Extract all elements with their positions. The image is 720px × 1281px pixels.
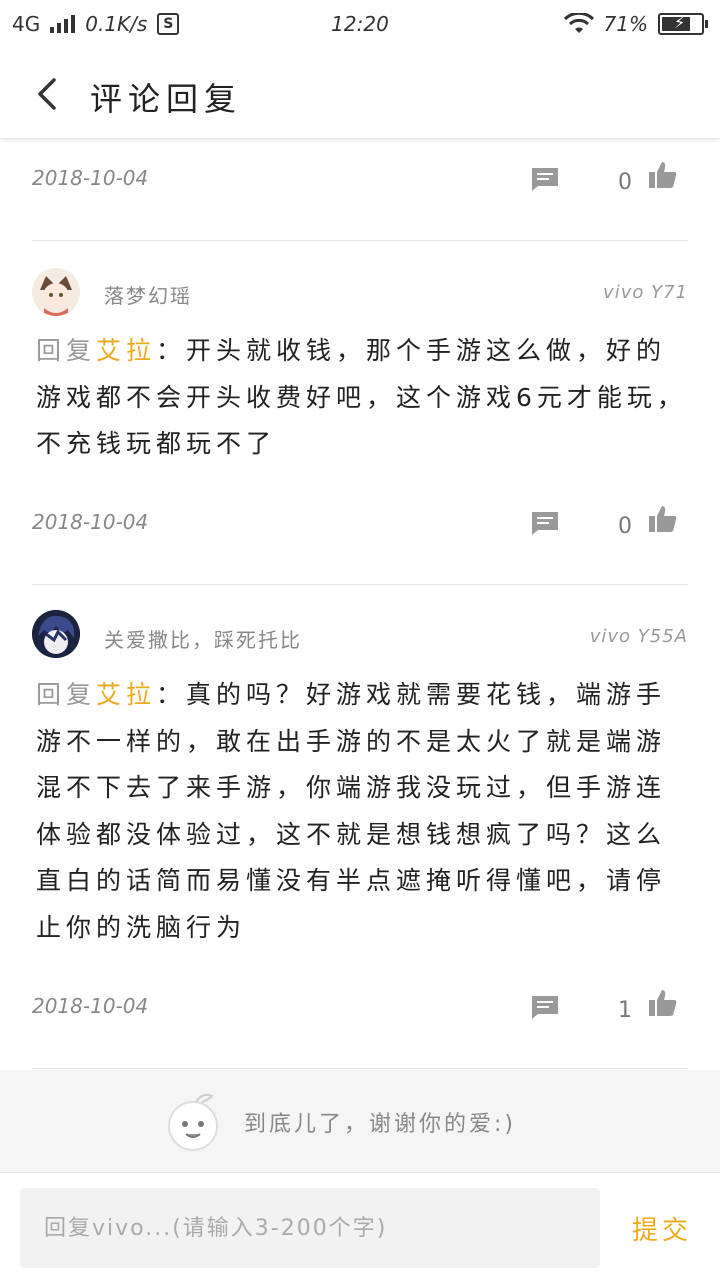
comment-icon[interactable] bbox=[530, 166, 560, 192]
reply-date: 2018-10-04 bbox=[32, 510, 149, 534]
avatar[interactable] bbox=[32, 610, 80, 658]
status-bar: 4G 0.1K/s S 12:20 71% ⚡ bbox=[0, 0, 720, 50]
avatar[interactable] bbox=[32, 268, 80, 316]
divider bbox=[32, 584, 688, 585]
avatar-image bbox=[32, 610, 80, 658]
battery-percent: 71% bbox=[603, 12, 648, 36]
thumbs-up-icon[interactable] bbox=[648, 988, 678, 1018]
reply-date: 2018-10-04 bbox=[32, 166, 149, 190]
avatar-image bbox=[32, 268, 80, 316]
divider bbox=[32, 240, 688, 241]
comment-text: 回复艾拉：真的吗？好游戏就需要花钱，端游手游不一样的，敢在出手游的不是太火了就是… bbox=[36, 672, 688, 954]
status-right: 71% ⚡ bbox=[563, 12, 708, 36]
reply-prefix: 回复 bbox=[36, 336, 97, 365]
comment-body: ：真的吗？好游戏就需要花钱，端游手游不一样的，敢在出手游的不是太火了就是端游混不… bbox=[36, 680, 667, 942]
comment-icon[interactable] bbox=[530, 994, 560, 1020]
reply-prefix: 回复 bbox=[36, 680, 97, 709]
reply-bar: 提交 bbox=[0, 1172, 720, 1281]
back-arrow-icon[interactable] bbox=[30, 74, 70, 114]
reply-input[interactable] bbox=[20, 1188, 600, 1268]
page-title: 评论回复 bbox=[90, 80, 243, 118]
device-label: vivo Y55A bbox=[589, 626, 688, 647]
battery-icon: ⚡ bbox=[658, 13, 708, 35]
title-bar: 评论回复 bbox=[0, 50, 720, 139]
reply-meta-row: 2018-10-04 1 bbox=[32, 990, 688, 1034]
end-message: 到底儿了，谢谢你的爱:) bbox=[244, 1112, 516, 1137]
reply-meta-row: 2018-10-04 0 bbox=[32, 506, 688, 550]
like-count: 1 bbox=[618, 998, 632, 1023]
reply-date: 2018-10-04 bbox=[32, 994, 149, 1018]
device-label: vivo Y71 bbox=[603, 282, 688, 303]
wifi-icon bbox=[563, 13, 594, 33]
username[interactable]: 落梦幻瑶 bbox=[104, 280, 192, 309]
submit-button[interactable]: 提交 bbox=[618, 1203, 706, 1253]
username[interactable]: 关爱撒比，踩死托比 bbox=[104, 624, 302, 653]
end-of-list: 到底儿了，谢谢你的爱:) bbox=[0, 1070, 720, 1172]
mention-link[interactable]: 艾拉 bbox=[96, 680, 156, 709]
comment-text: 回复艾拉：开头就收钱，那个手游这么做，好的游戏都不会开头收费好吧，这个游戏6元才… bbox=[36, 328, 688, 468]
reply-meta-row: 2018-10-04 0 bbox=[32, 162, 688, 206]
reply-list[interactable]: 2018-10-04 0 落梦幻瑶 vivo Y71 回复艾拉：开头就收钱，那个… bbox=[0, 138, 720, 1070]
like-count: 0 bbox=[618, 514, 632, 539]
divider bbox=[32, 1068, 688, 1069]
thumbs-up-icon[interactable] bbox=[648, 504, 678, 534]
like-count: 0 bbox=[618, 170, 632, 195]
thumbs-up-icon[interactable] bbox=[648, 160, 678, 190]
mention-link[interactable]: 艾拉 bbox=[96, 336, 156, 365]
comment-icon[interactable] bbox=[530, 510, 560, 536]
mascot-icon bbox=[168, 1093, 218, 1151]
